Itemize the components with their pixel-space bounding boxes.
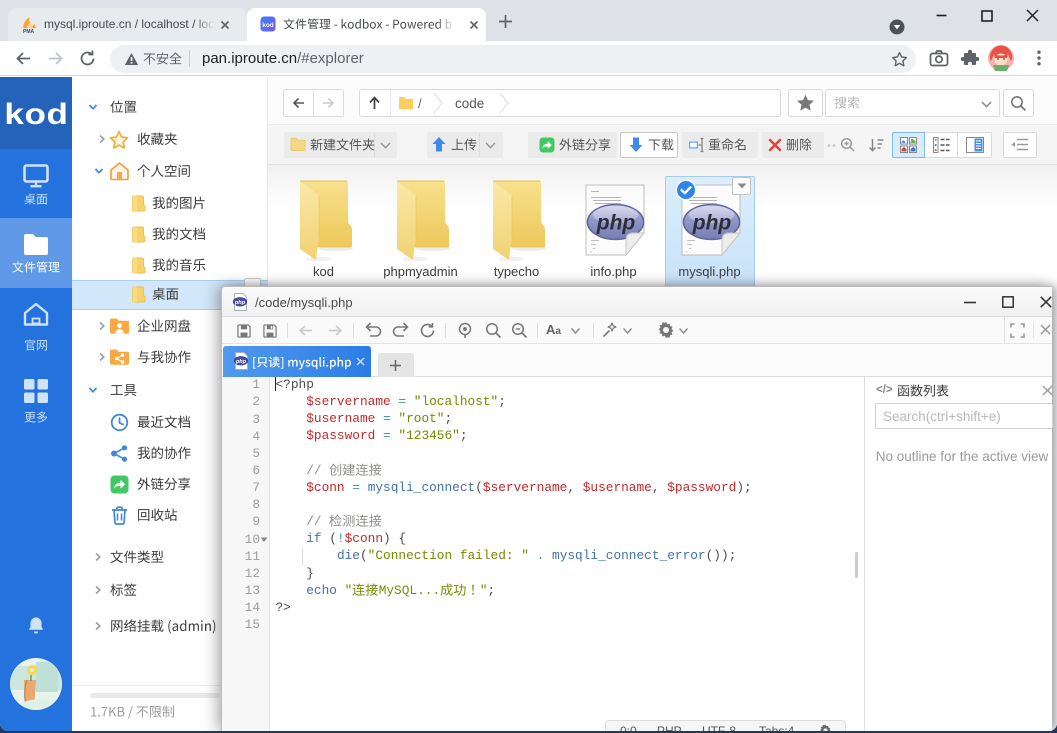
svg-text:kod: kod [262, 22, 273, 29]
svg-text:php: php [234, 300, 246, 306]
svg-text:php: php [596, 212, 636, 235]
svg-text:PMA: PMA [23, 29, 35, 33]
svg-text:php: php [692, 212, 732, 235]
svg-text:php: php [235, 359, 247, 365]
